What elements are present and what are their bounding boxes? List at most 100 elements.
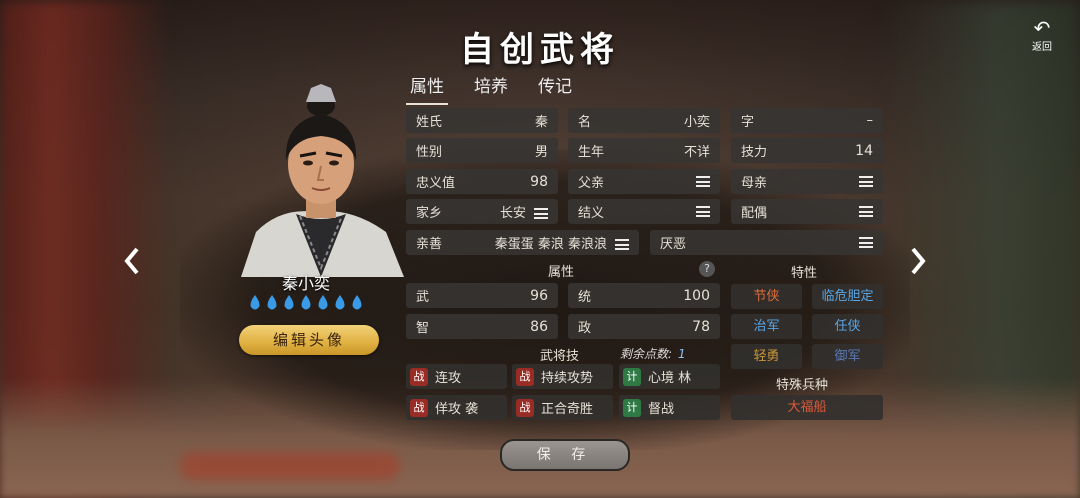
skill-type-badge: 计 bbox=[623, 398, 641, 417]
field-label: 厌恶 bbox=[660, 237, 687, 252]
character-portrait bbox=[236, 82, 406, 277]
attributes-heading: 属性 bbox=[548, 265, 575, 280]
remaining-value: 1 bbox=[678, 347, 686, 361]
list-menu-icon[interactable] bbox=[859, 206, 873, 217]
skill-name: 心境 林 bbox=[648, 371, 692, 386]
skill-slot[interactable]: 战 持续攻势 bbox=[512, 364, 613, 389]
list-menu-icon[interactable] bbox=[534, 208, 548, 219]
field-label: 生年 bbox=[578, 145, 605, 160]
field-value: 男 bbox=[534, 145, 548, 160]
birth-year-field[interactable]: 生年 不详 bbox=[568, 138, 720, 163]
field-value: 100 bbox=[683, 287, 710, 304]
spouse-field[interactable]: 配偶 bbox=[731, 199, 883, 224]
skill-type-badge: 战 bbox=[516, 398, 534, 417]
next-arrow-icon[interactable] bbox=[908, 246, 928, 276]
list-menu-icon[interactable] bbox=[696, 206, 710, 217]
field-label: 武 bbox=[416, 290, 430, 305]
field-label: 配偶 bbox=[741, 206, 768, 221]
return-icon: ↶ bbox=[1033, 16, 1051, 40]
stat-command: 统 100 bbox=[568, 283, 720, 308]
skill-name: 持续攻势 bbox=[541, 371, 594, 386]
courtesy-name-field[interactable]: 字 – bbox=[731, 108, 883, 133]
page-title: 自创武将 bbox=[460, 30, 620, 70]
save-button[interactable]: 保 存 bbox=[500, 439, 630, 471]
skill-slot[interactable]: 计 心境 林 bbox=[619, 364, 720, 389]
field-label: 字 bbox=[741, 115, 755, 130]
skill-slot[interactable]: 战 佯攻 袭 bbox=[406, 395, 507, 420]
skill-type-badge: 战 bbox=[516, 367, 534, 386]
water-drop-icon bbox=[250, 295, 260, 310]
field-label: 智 bbox=[416, 321, 430, 336]
trait-item[interactable]: 御军 bbox=[812, 344, 883, 369]
field-value: 小奕 bbox=[683, 115, 710, 130]
field-label: 技力 bbox=[741, 145, 768, 160]
edit-portrait-button[interactable]: 编辑头像 bbox=[239, 325, 379, 355]
prev-arrow-icon[interactable] bbox=[122, 246, 142, 276]
given-name-field[interactable]: 名 小奕 bbox=[568, 108, 720, 133]
friends-field[interactable]: 亲善 秦蛋蛋 秦浪 秦浪浪 bbox=[406, 230, 639, 255]
hometown-field[interactable]: 家乡 长安 bbox=[406, 199, 558, 224]
field-value: 78 bbox=[692, 318, 710, 335]
back-button[interactable]: ↶ 返回 bbox=[1024, 18, 1060, 58]
dislikes-field[interactable]: 厌恶 bbox=[650, 230, 883, 255]
list-menu-icon[interactable] bbox=[615, 239, 629, 250]
field-label: 亲善 bbox=[416, 237, 443, 252]
skill-type-badge: 战 bbox=[410, 398, 428, 417]
help-icon[interactable]: ? bbox=[699, 261, 715, 277]
skill-name: 正合奇胜 bbox=[541, 402, 594, 417]
water-drop-icon bbox=[284, 295, 294, 310]
character-name: 秦小奕 bbox=[281, 274, 330, 293]
list-menu-icon[interactable] bbox=[696, 176, 710, 187]
skill-name: 连攻 bbox=[435, 371, 462, 386]
list-menu-icon[interactable] bbox=[859, 237, 873, 248]
field-label: 母亲 bbox=[741, 176, 768, 191]
trait-item[interactable]: 临危胆定 bbox=[812, 284, 883, 309]
field-value: 长安 bbox=[499, 206, 526, 221]
remaining-points: 剩余点数: 1 bbox=[620, 345, 686, 362]
field-label: 父亲 bbox=[578, 176, 605, 191]
field-value: 不详 bbox=[683, 145, 710, 160]
field-value: 86 bbox=[530, 318, 548, 335]
skill-type-badge: 计 bbox=[623, 367, 641, 386]
stat-intellect: 智 86 bbox=[406, 314, 558, 339]
traits-heading: 特性 bbox=[791, 266, 818, 281]
stat-politics: 政 78 bbox=[568, 314, 720, 339]
special-troop-value[interactable]: 大福船 bbox=[731, 395, 883, 420]
trait-item[interactable]: 轻勇 bbox=[731, 344, 802, 369]
field-label: 政 bbox=[578, 321, 592, 336]
field-label: 名 bbox=[578, 115, 592, 130]
surname-field[interactable]: 姓氏 秦 bbox=[406, 108, 558, 133]
water-drop-icon bbox=[301, 295, 311, 310]
water-drop-icon bbox=[267, 295, 277, 310]
rank-drops bbox=[248, 294, 364, 311]
tab-training[interactable]: 培养 bbox=[470, 72, 512, 105]
list-menu-icon[interactable] bbox=[859, 176, 873, 187]
gender-field[interactable]: 性别 男 bbox=[406, 138, 558, 163]
field-label: 姓氏 bbox=[416, 115, 443, 130]
skill-slot[interactable]: 战 正合奇胜 bbox=[512, 395, 613, 420]
water-drop-icon bbox=[318, 295, 328, 310]
trait-item[interactable]: 节侠 bbox=[731, 284, 802, 309]
field-label: 统 bbox=[578, 290, 592, 305]
back-label: 返回 bbox=[1032, 42, 1052, 53]
field-value: 秦 bbox=[534, 115, 548, 130]
trait-item[interactable]: 治军 bbox=[731, 314, 802, 339]
tab-attributes[interactable]: 属性 bbox=[406, 72, 448, 105]
loyalty-field: 忠义值 98 bbox=[406, 169, 558, 194]
stat-war: 武 96 bbox=[406, 283, 558, 308]
water-drop-icon bbox=[352, 295, 362, 310]
field-value: – bbox=[866, 113, 874, 128]
special-troop-heading: 特殊兵种 bbox=[776, 378, 829, 393]
remaining-label: 剩余点数: bbox=[620, 347, 673, 361]
field-label: 结义 bbox=[578, 206, 605, 221]
field-label: 性别 bbox=[416, 145, 443, 160]
father-field[interactable]: 父亲 bbox=[568, 169, 720, 194]
field-value: 98 bbox=[530, 173, 548, 190]
skill-slot[interactable]: 计 督战 bbox=[619, 395, 720, 420]
tab-biography[interactable]: 传记 bbox=[534, 72, 576, 105]
skill-slot[interactable]: 战 连攻 bbox=[406, 364, 507, 389]
mother-field[interactable]: 母亲 bbox=[731, 169, 883, 194]
field-label: 家乡 bbox=[416, 206, 443, 221]
trait-item[interactable]: 任侠 bbox=[812, 314, 883, 339]
sworn-field[interactable]: 结义 bbox=[568, 199, 720, 224]
